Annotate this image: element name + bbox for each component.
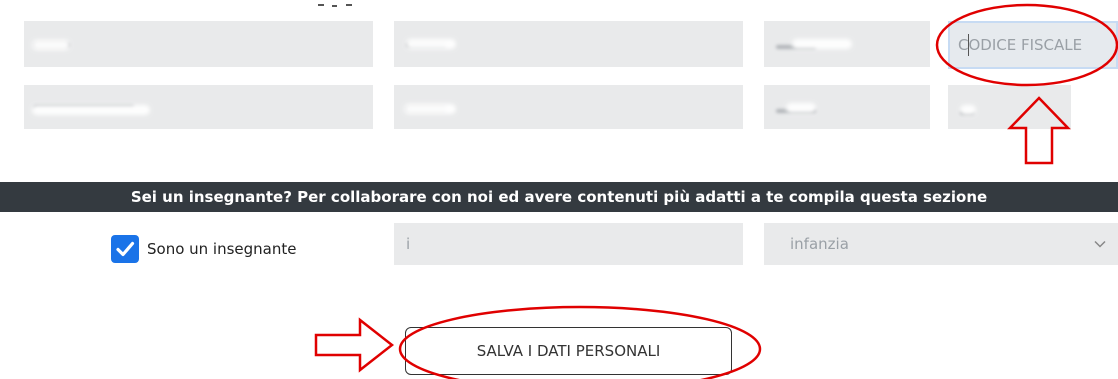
- codice-fiscale-input[interactable]: CODICE FISCALE: [948, 21, 1118, 69]
- teacher-checkbox[interactable]: [111, 235, 139, 263]
- city-input[interactable]: [394, 85, 743, 129]
- province-input[interactable]: [948, 85, 1071, 129]
- teacher-checkbox-label: Sono un insegnante: [147, 240, 297, 258]
- school-level-select[interactable]: infanzia: [764, 223, 1118, 265]
- teacher-checkbox-row[interactable]: Sono un insegnante: [111, 235, 297, 263]
- teacher-section-banner: Sei un insegnante? Per collaborare con n…: [0, 182, 1118, 212]
- annotation-right-arrow-icon: [314, 317, 395, 373]
- chevron-down-icon: [1094, 223, 1106, 265]
- save-personal-data-button[interactable]: SALVA I DATI PERSONALI: [405, 327, 732, 375]
- first-name-input[interactable]: [24, 21, 373, 67]
- subject-input[interactable]: i: [394, 223, 743, 265]
- last-name-input[interactable]: [394, 21, 743, 67]
- subject-input-value: i: [406, 235, 411, 253]
- school-level-selected: infanzia: [790, 235, 849, 253]
- postal-code-input[interactable]: [764, 85, 930, 129]
- top-fragment: [318, 4, 356, 8]
- codice-fiscale-placeholder: CODICE FISCALE: [958, 36, 1083, 54]
- address-input[interactable]: [24, 85, 373, 129]
- birthdate-input[interactable]: [764, 21, 930, 67]
- teacher-section-banner-text: Sei un insegnante? Per collaborare con n…: [130, 188, 988, 206]
- checkmark-icon: [116, 241, 135, 257]
- save-personal-data-label: SALVA I DATI PERSONALI: [476, 342, 661, 360]
